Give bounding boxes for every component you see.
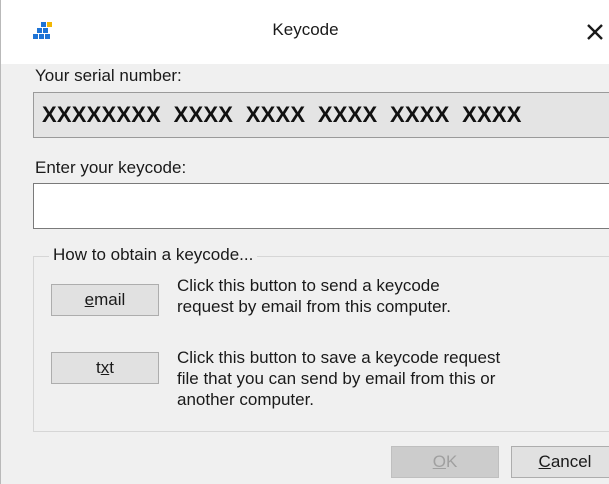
keycode-dialog: Keycode Your serial number: XXXXXXXX XXX… bbox=[0, 0, 609, 484]
txt-description-line: another computer. bbox=[177, 390, 315, 409]
txt-description: Click this button to save a keycode requ… bbox=[177, 347, 500, 410]
txt-button[interactable]: txt bbox=[51, 352, 159, 384]
ok-button-label: K bbox=[445, 452, 458, 471]
email-button[interactable]: email bbox=[51, 284, 159, 316]
serial-number-label: Your serial number: bbox=[35, 66, 182, 85]
txt-description-line: Click this button to save a keycode requ… bbox=[177, 348, 501, 367]
email-description-line: request by email from this computer. bbox=[177, 297, 452, 316]
email-button-mnemonic: e bbox=[84, 290, 95, 309]
keycode-label: Enter your keycode: bbox=[35, 158, 187, 177]
email-description-line: Click this button to send a keycode bbox=[177, 276, 440, 295]
serial-number-field: XXXXXXXX XXXX XXXX XXXX XXXX XXXX bbox=[33, 92, 609, 138]
ok-button[interactable]: OK bbox=[391, 446, 499, 478]
email-description: Click this button to send a keycode requ… bbox=[177, 275, 451, 317]
cancel-button[interactable]: Cancel bbox=[511, 446, 609, 478]
txt-button-label-rest: t bbox=[109, 358, 114, 377]
cancel-button-mnemonic: C bbox=[538, 452, 551, 471]
keycode-input[interactable] bbox=[33, 183, 609, 229]
title-bar[interactable]: Keycode bbox=[1, 0, 609, 64]
window-title: Keycode bbox=[272, 20, 339, 39]
close-button[interactable] bbox=[575, 12, 609, 52]
email-button-label: mail bbox=[94, 290, 126, 309]
txt-description-line: file that you can send by email from thi… bbox=[177, 369, 496, 388]
txt-button-mnemonic: x bbox=[100, 358, 110, 377]
obtain-keycode-legend: How to obtain a keycode... bbox=[49, 245, 258, 265]
cancel-button-label: ancel bbox=[550, 452, 592, 471]
close-icon bbox=[575, 23, 609, 41]
ok-button-mnemonic: O bbox=[432, 452, 446, 471]
